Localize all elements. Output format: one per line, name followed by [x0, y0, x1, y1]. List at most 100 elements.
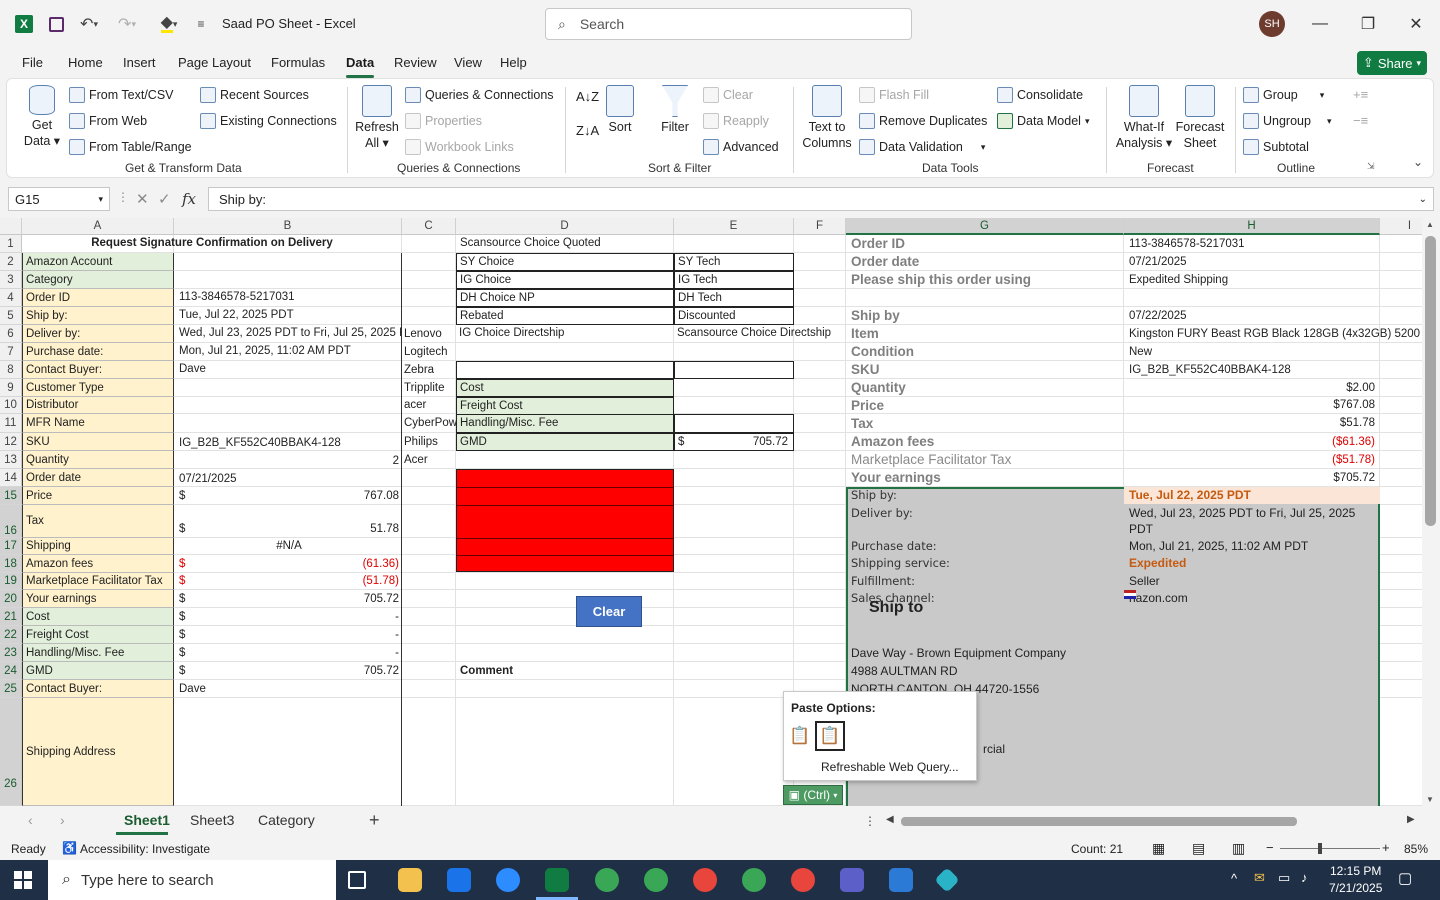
- zoom-out-icon[interactable]: −: [1266, 840, 1274, 855]
- info-label-fulfillment[interactable]: Fulfillment:: [848, 573, 1124, 590]
- brand-zebra[interactable]: Zebra: [402, 361, 456, 379]
- tab-help[interactable]: Help: [500, 55, 527, 70]
- e4-cell[interactable]: DH Tech: [674, 289, 794, 307]
- address-line-2[interactable]: 4988 AULTMAN RD: [848, 663, 1124, 680]
- contact-buyer-value[interactable]: Dave: [176, 361, 402, 378]
- close-icon[interactable]: ✕: [1404, 12, 1428, 36]
- d1-header[interactable]: Scansource Choice Quoted: [457, 235, 793, 252]
- notifications-icon[interactable]: ▢: [1398, 869, 1412, 887]
- tab-file[interactable]: File: [22, 55, 43, 70]
- detail-value-tax[interactable]: $51.78: [1126, 414, 1378, 433]
- outlook-icon[interactable]: [447, 868, 471, 892]
- e6-cell[interactable]: Scansource Choice Directship: [674, 325, 844, 342]
- info-label-ship-by2[interactable]: Ship by:: [848, 487, 1124, 504]
- column-header-f[interactable]: F: [794, 218, 846, 235]
- horizontal-scroll-thumb[interactable]: [901, 817, 1297, 826]
- windows-start-icon[interactable]: [14, 871, 32, 889]
- detail-label-condition[interactable]: Condition: [848, 343, 1124, 361]
- row-header-19[interactable]: 19: [0, 573, 22, 590]
- label-order-id[interactable]: Order ID: [23, 289, 174, 307]
- column-header-c[interactable]: C: [402, 218, 456, 235]
- detail-label-ship-by[interactable]: Ship by: [848, 307, 1124, 325]
- e11-cell[interactable]: [674, 414, 794, 433]
- deliver-by-value[interactable]: Wed, Jul 23, 2025 PDT to Fri, Jul 25, 20…: [176, 325, 402, 342]
- show-detail-button[interactable]: +≡: [1353, 87, 1368, 102]
- info-value-sales-channel[interactable]: nazon.com: [1126, 590, 1380, 607]
- more-sheets-icon[interactable]: ⋮: [864, 814, 876, 828]
- label-your-earnings[interactable]: Your earnings: [23, 590, 174, 608]
- row-header-22[interactable]: 22: [0, 626, 22, 644]
- label-gmd[interactable]: GMD: [23, 662, 174, 680]
- show-hidden-icons[interactable]: ^: [1231, 871, 1237, 886]
- name-box[interactable]: G15 ▾: [8, 187, 110, 211]
- sort-descending-button[interactable]: Z↓A: [576, 123, 599, 138]
- data-validation-button[interactable]: Data Validation ▾: [859, 139, 985, 155]
- group-button[interactable]: Group ▾: [1243, 87, 1324, 103]
- money-mft[interactable]: $ (51.78): [176, 573, 402, 590]
- address-line-1[interactable]: Dave Way - Brown Equipment Company: [848, 645, 1148, 662]
- label-handling-misc-fee[interactable]: Handling/Misc. Fee: [23, 644, 174, 662]
- row-header-11[interactable]: 11: [0, 414, 22, 433]
- row-header-25[interactable]: 25: [0, 680, 22, 698]
- info-label-deliver-by[interactable]: Deliver by:: [848, 505, 1124, 522]
- label-contact-buyer[interactable]: Contact Buyer:: [23, 361, 174, 379]
- scroll-sheets-right-icon[interactable]: ›: [60, 812, 65, 828]
- subtotal-button[interactable]: Subtotal: [1243, 139, 1309, 155]
- collapse-ribbon-icon[interactable]: ⌄: [1413, 155, 1423, 169]
- detail-label-quantity[interactable]: Quantity: [848, 379, 1124, 397]
- minimize-icon[interactable]: —: [1308, 12, 1332, 36]
- chrome-icon[interactable]: [742, 868, 766, 892]
- label-amazon-account[interactable]: Amazon Account: [23, 253, 174, 271]
- d8-cell[interactable]: [456, 361, 674, 379]
- tab-insert[interactable]: Insert: [123, 55, 156, 70]
- existing-connections-button[interactable]: Existing Connections: [200, 113, 337, 129]
- money-amazon-fees[interactable]: $ (61.36): [176, 556, 402, 573]
- insert-function-icon[interactable]: fx: [182, 190, 196, 208]
- keep-formatting-paste-icon[interactable]: 📋: [787, 722, 813, 750]
- handling-fee-label[interactable]: Handling/Misc. Fee: [456, 414, 674, 433]
- remove-duplicates-button[interactable]: Remove Duplicates: [859, 113, 987, 129]
- money-handling[interactable]: $ -: [176, 645, 402, 662]
- zoom-app-icon[interactable]: [496, 868, 520, 892]
- column-header-d[interactable]: D: [456, 218, 674, 235]
- brand-tripplite[interactable]: Tripplite: [402, 379, 456, 397]
- detail-value-condition[interactable]: New: [1126, 343, 1420, 361]
- sheet-tab-sheet1[interactable]: Sheet1: [124, 812, 170, 828]
- money-earnings[interactable]: $705.72: [176, 591, 402, 608]
- sheet-tab-sheet3[interactable]: Sheet3: [190, 812, 234, 828]
- calculator-icon[interactable]: [889, 868, 913, 892]
- title-cell[interactable]: Request Signature Confirmation on Delive…: [22, 235, 402, 252]
- label-marketplace-facilitator-tax[interactable]: Marketplace Facilitator Tax: [23, 573, 174, 590]
- detail-value-amazon-fees[interactable]: ($61.36): [1126, 433, 1378, 451]
- red-alert-block[interactable]: [456, 469, 674, 572]
- e5-cell[interactable]: Discounted: [674, 307, 794, 325]
- detail-label-order-date[interactable]: Order date: [848, 253, 1124, 271]
- row-header-12[interactable]: 12: [0, 433, 22, 451]
- row-header-7[interactable]: 7: [0, 343, 22, 361]
- label-ship-by[interactable]: Ship by:: [23, 307, 174, 325]
- chrome-icon[interactable]: [693, 868, 717, 892]
- tab-page-layout[interactable]: Page Layout: [178, 55, 251, 70]
- normal-view-icon[interactable]: ▦: [1152, 840, 1165, 857]
- hide-detail-button[interactable]: −≡: [1353, 113, 1368, 128]
- expand-formula-icon[interactable]: ⌄: [1419, 194, 1427, 205]
- label-customer-type[interactable]: Customer Type: [23, 379, 174, 397]
- reapply-button[interactable]: Reapply: [703, 113, 769, 129]
- task-view-icon[interactable]: [348, 871, 366, 889]
- label-contact-buyer[interactable]: Contact Buyer:: [23, 680, 174, 698]
- label-cost[interactable]: Cost: [23, 608, 174, 626]
- row-header-18[interactable]: 18: [0, 555, 22, 573]
- zoom-slider[interactable]: [1280, 848, 1380, 849]
- brand-cyberpower[interactable]: CyberPower: [402, 414, 456, 433]
- app-icon[interactable]: [934, 867, 960, 893]
- chrome-icon[interactable]: [644, 868, 668, 892]
- label-tax[interactable]: Tax: [23, 505, 174, 538]
- workbook-links-button[interactable]: Workbook Links: [405, 139, 514, 155]
- row-header-23[interactable]: 23: [0, 644, 22, 662]
- clock-time[interactable]: 12:15 PM: [1330, 864, 1381, 878]
- page-layout-view-icon[interactable]: ▤: [1192, 840, 1205, 857]
- e3-cell[interactable]: IG Tech: [674, 271, 794, 289]
- e12-cell[interactable]: $705.72: [674, 433, 794, 451]
- refreshable-web-query-option[interactable]: Refreshable Web Query...: [821, 760, 959, 774]
- cancel-entry-icon[interactable]: ✕: [136, 190, 149, 208]
